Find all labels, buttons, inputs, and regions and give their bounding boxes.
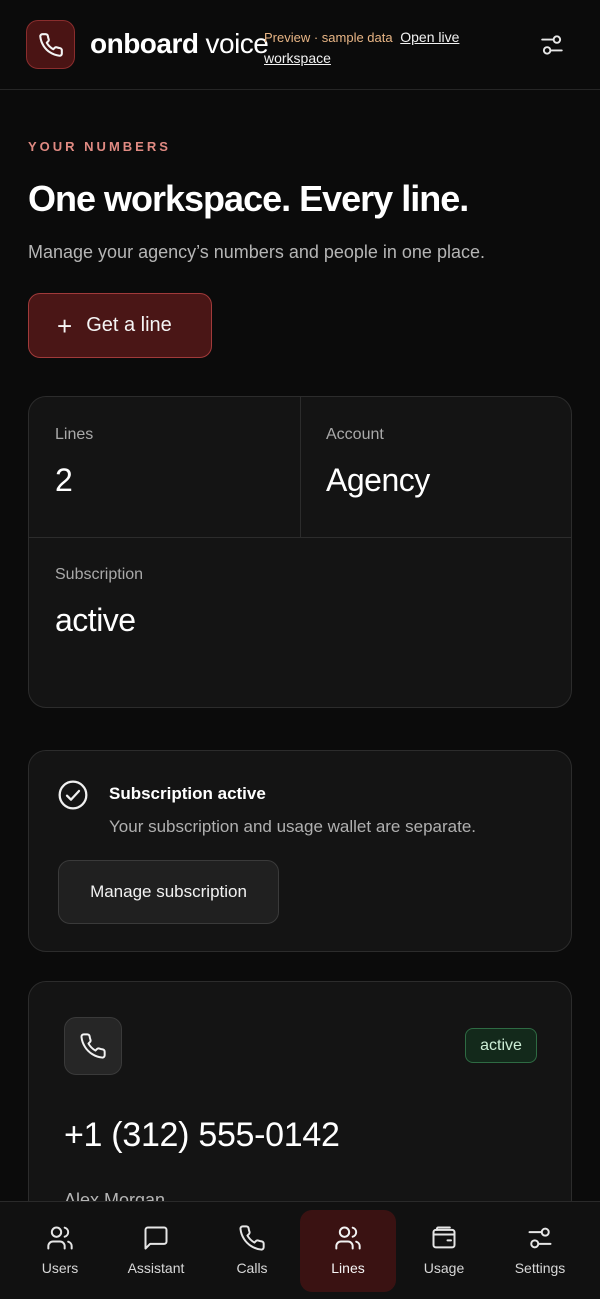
manage-subscription-button[interactable]: Manage subscription [58, 860, 279, 924]
page-subtitle: Manage your agency’s numbers and people … [28, 242, 485, 262]
users-icon [334, 1224, 362, 1252]
status-badge: active [465, 1028, 537, 1063]
nav-label: Usage [423, 1260, 465, 1276]
preview-notice: Preview · sample data Open live workspac… [264, 27, 504, 69]
page-title: One workspace. Every line. [28, 178, 469, 219]
wallet-icon [430, 1224, 458, 1252]
subscription-description: Your subscription and usage wallet are s… [109, 817, 476, 836]
sliders-icon [539, 32, 565, 58]
stats-card: Lines 2 Account Agency Subscription acti… [28, 396, 572, 708]
chat-icon [142, 1224, 170, 1252]
nav-label: Users [41, 1260, 79, 1276]
phone-number: +1 (312) 555-0142 [64, 1116, 340, 1154]
nav-item-lines[interactable]: Lines [300, 1210, 396, 1292]
nav-label: Settings [514, 1260, 566, 1276]
phone-icon [79, 1032, 107, 1060]
stat-subscription-value: active [55, 602, 136, 638]
settings-menu-button[interactable] [536, 29, 568, 61]
nav-label: Assistant [127, 1260, 185, 1276]
nav-label: Lines [331, 1260, 365, 1276]
subscription-title: Subscription active [109, 784, 266, 803]
nav-item-calls[interactable]: Calls [204, 1210, 300, 1292]
brand-name: onboard voice [90, 28, 269, 60]
app-header: onboard voice Preview · sample data Open … [0, 0, 600, 90]
stat-lines: Lines 2 [55, 426, 93, 499]
divider [300, 397, 301, 537]
nav-item-assistant[interactable]: Assistant [108, 1210, 204, 1292]
phone-icon [38, 32, 64, 58]
get-a-line-button[interactable]: + Get a line [28, 293, 212, 358]
line-avatar [64, 1017, 122, 1075]
users-icon [46, 1224, 74, 1252]
section-eyebrow: YOUR NUMBERS [28, 139, 171, 154]
preview-text: Preview · sample data [264, 30, 393, 45]
stat-subscription: Subscription active [55, 566, 143, 639]
stat-subscription-label: Subscription [55, 566, 144, 583]
sliders-icon [526, 1224, 554, 1252]
divider [29, 537, 571, 538]
get-a-line-label: Get a line [86, 314, 172, 336]
plus-icon: + [57, 310, 73, 341]
nav-item-users[interactable]: Users [12, 1210, 108, 1292]
brand-bold: onboard [90, 28, 199, 59]
nav-label: Calls [236, 1260, 268, 1276]
bottom-nav: Users Assistant Calls Lines Usage Settin… [0, 1201, 600, 1299]
stat-lines-label: Lines [55, 426, 94, 443]
stat-lines-value: 2 [55, 462, 73, 498]
phone-icon [238, 1224, 266, 1252]
stat-account: Account Agency [326, 426, 430, 499]
brand-light: voice [205, 28, 269, 59]
check-circle-icon [57, 779, 89, 811]
nav-item-settings[interactable]: Settings [492, 1210, 588, 1292]
stat-account-label: Account [326, 426, 384, 443]
logo[interactable] [26, 20, 75, 69]
subscription-card: Subscription active Your subscription an… [28, 750, 572, 952]
nav-item-usage[interactable]: Usage [396, 1210, 492, 1292]
stat-account-value: Agency [326, 462, 430, 498]
